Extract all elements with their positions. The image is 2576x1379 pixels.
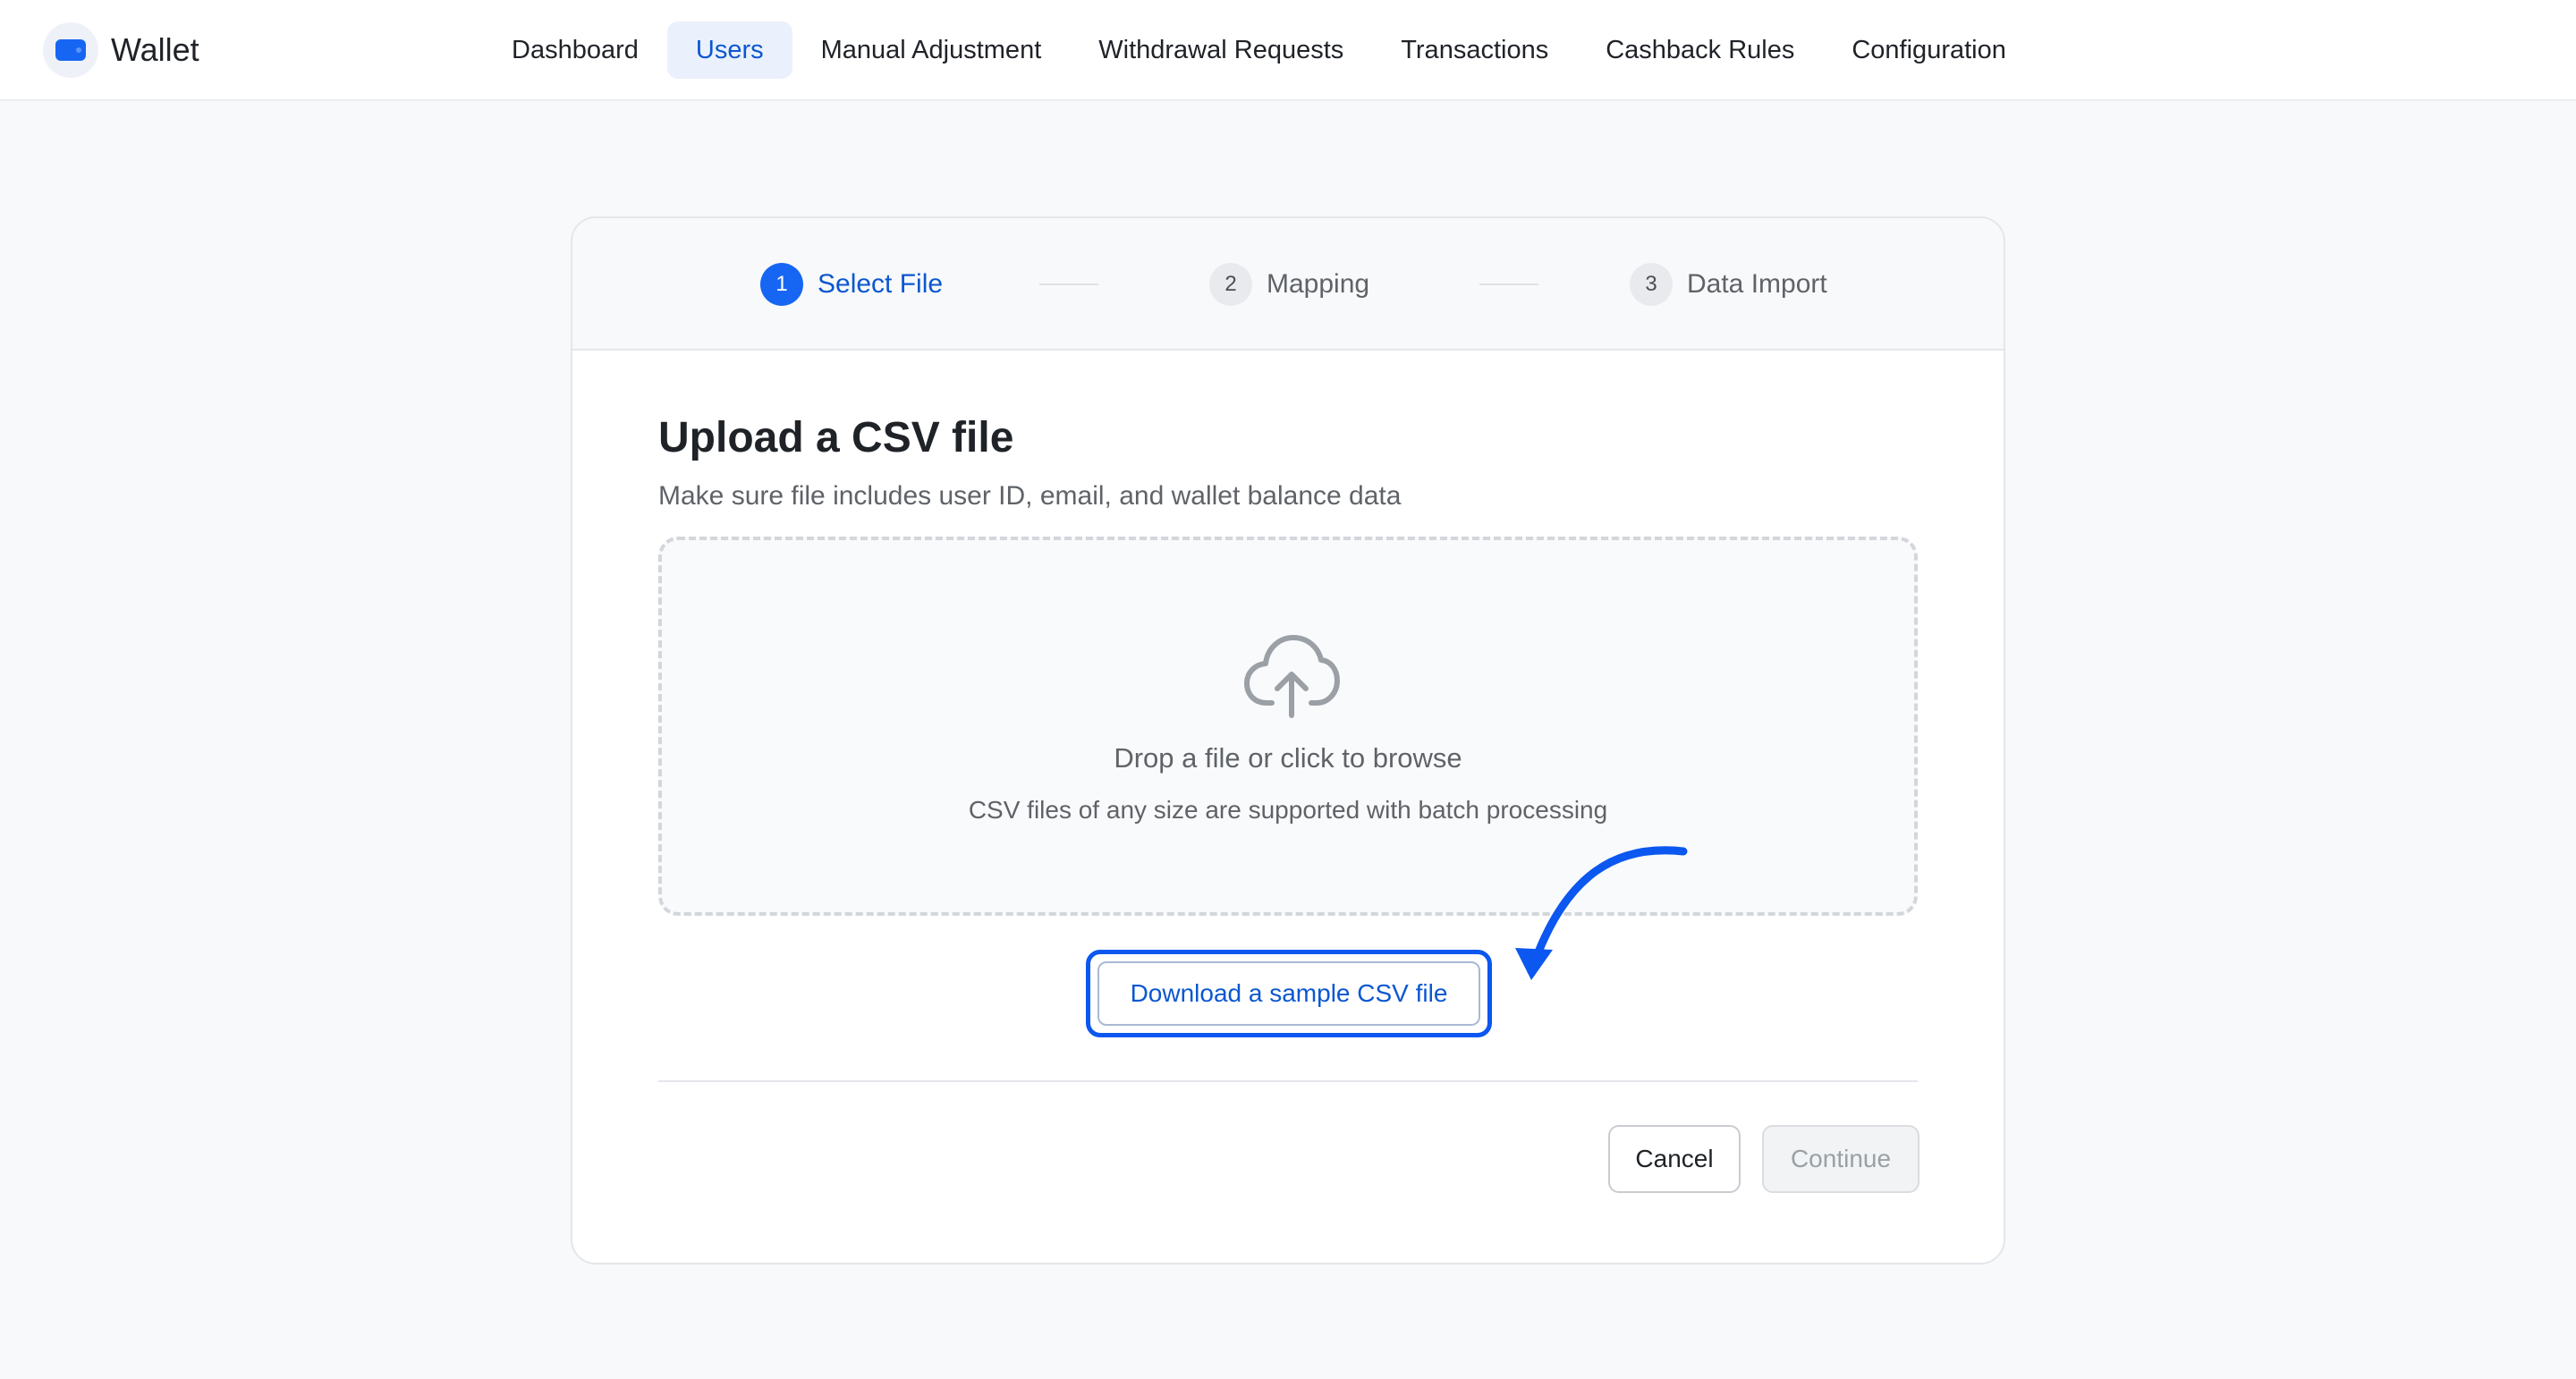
top-navigation-bar: Wallet Dashboard Users Manual Adjustment… [0,0,2576,101]
step-label: Select File [818,269,944,299]
dropzone-hint: CSV files of any size are supported with… [968,796,1608,824]
import-card: 1 Select File 2 Mapping 3 Data Import Up… [571,216,2005,1265]
dropzone-title: Drop a file or click to browse [1114,742,1462,774]
page-title: Upload a CSV file [658,414,1014,461]
brand[interactable]: Wallet [43,21,199,79]
wallet-logo-icon [43,22,98,78]
nav-item-transactions[interactable]: Transactions [1372,21,1577,79]
continue-button[interactable]: Continue [1762,1125,1919,1193]
step-number: 1 [760,263,803,306]
step-label: Mapping [1267,269,1370,299]
sample-download-highlight: Download a sample CSV file [1086,950,1492,1037]
step-number: 2 [1209,263,1252,306]
step-label: Data Import [1687,269,1827,299]
app-name: Wallet [111,31,199,68]
step-mapping: 2 Mapping [1209,263,1369,306]
step-separator [1479,283,1538,285]
cancel-button[interactable]: Cancel [1608,1125,1741,1193]
nav-item-withdrawal-requests[interactable]: Withdrawal Requests [1070,21,1372,79]
download-sample-csv-button[interactable]: Download a sample CSV file [1097,961,1480,1026]
step-separator [1039,283,1098,285]
annotation-arrow-icon [1515,846,1688,980]
footer-divider [658,1080,1918,1082]
nav-item-dashboard[interactable]: Dashboard [483,21,667,79]
main-nav: Dashboard Users Manual Adjustment Withdr… [483,21,2035,79]
nav-item-cashback-rules[interactable]: Cashback Rules [1577,21,1823,79]
cloud-upload-icon [1244,635,1340,718]
stepper: 1 Select File 2 Mapping 3 Data Import [572,218,2004,351]
page-subtitle: Make sure file includes user ID, email, … [658,481,1402,511]
nav-item-configuration[interactable]: Configuration [1823,21,2035,79]
step-number: 3 [1630,263,1673,306]
nav-item-users[interactable]: Users [666,21,792,79]
step-select-file: 1 Select File [760,263,943,306]
step-data-import: 3 Data Import [1630,263,1827,306]
nav-item-manual-adjustment[interactable]: Manual Adjustment [792,21,1071,79]
file-dropzone[interactable]: Drop a file or click to browse CSV files… [658,537,1918,916]
